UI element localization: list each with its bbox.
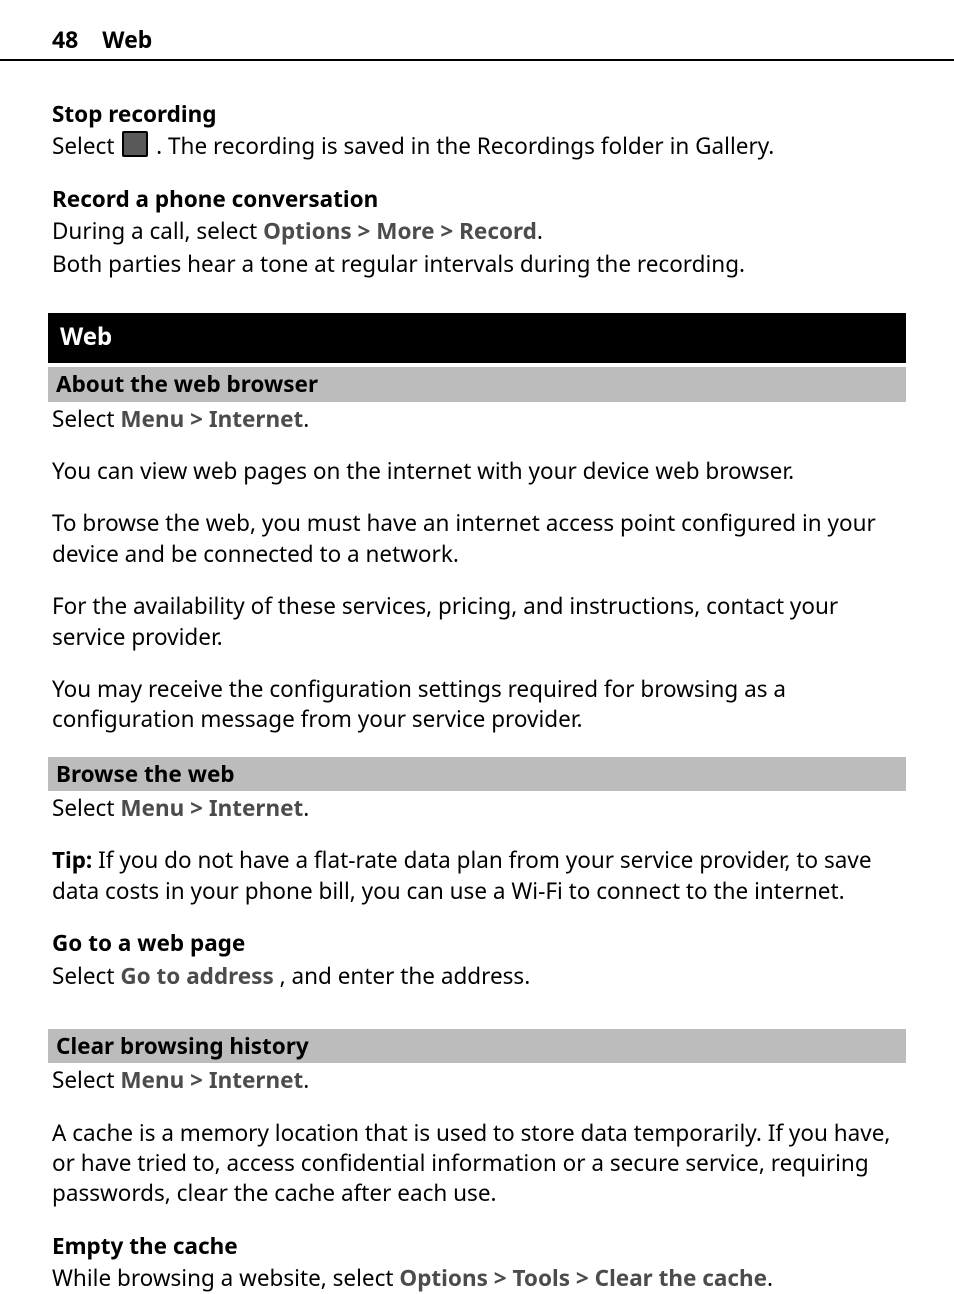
para-about-4: You may receive the configuration settin… (52, 674, 902, 735)
para-about-1: You can view web pages on the internet w… (52, 456, 902, 486)
text: . The recording is saved in the Recordin… (156, 130, 774, 161)
text: , and enter the address. (280, 960, 531, 991)
text: . (303, 792, 309, 823)
tip-body: If you do not have a flat-rate data plan… (52, 844, 872, 905)
para-browse-nav: Select Menu > Internet. (52, 793, 902, 823)
subchapter-bar-about-browser: About the web browser (48, 367, 906, 401)
menu-path-item: Tools (512, 1262, 570, 1293)
chevron-right-icon: > (190, 1064, 203, 1095)
menu-path-item: Menu (120, 792, 184, 823)
para-browse-tip: Tip: If you do not have a flat-rate data… (52, 845, 902, 906)
chevron-right-icon: > (494, 1262, 507, 1293)
menu-path-item: Menu (120, 403, 184, 434)
chevron-right-icon: > (358, 215, 371, 246)
chevron-right-icon: > (576, 1262, 589, 1293)
subchapter-bar-clear-history: Clear browsing history (48, 1029, 906, 1063)
menu-path-item: Options (263, 215, 352, 246)
text: Select (52, 960, 120, 991)
tip-label: Tip: (52, 844, 92, 875)
subchapter-bar-browse-web: Browse the web (48, 757, 906, 791)
text: . (303, 403, 309, 434)
chevron-right-icon: > (440, 215, 453, 246)
running-header: 48 Web (0, 0, 954, 61)
para-go-to-page: Select Go to address , and enter the add… (52, 961, 902, 991)
text: During a call, select (52, 215, 263, 246)
menu-path-item: More (376, 215, 434, 246)
para-about-2: To browse the web, you must have an inte… (52, 508, 902, 569)
para-about-3: For the availability of these services, … (52, 591, 902, 652)
menu-path-item: Internet (209, 792, 303, 823)
menu-path-item: Record (459, 215, 537, 246)
para-about-nav: Select Menu > Internet. (52, 404, 902, 434)
chapter-bar-web: Web (48, 313, 906, 363)
running-title: Web (102, 23, 152, 55)
menu-path-item: Internet (209, 1064, 303, 1095)
para-record-conv-note: Both parties hear a tone at regular inte… (52, 249, 902, 279)
menu-path-item: Menu (120, 1064, 184, 1095)
para-clear-body: A cache is a memory location that is use… (52, 1118, 902, 1209)
text: Select (52, 403, 120, 434)
heading-go-to-page: Go to a web page (52, 928, 902, 958)
text: Select (52, 792, 120, 823)
page-number: 48 (52, 23, 78, 55)
chevron-right-icon: > (190, 792, 203, 823)
text: Select (52, 130, 120, 161)
menu-path-item: Options (399, 1262, 488, 1293)
text: . (537, 215, 543, 246)
manual-page: 48 Web Stop recording Select . The recor… (0, 0, 954, 1294)
chevron-right-icon: > (190, 403, 203, 434)
page-body: Stop recording Select . The recording is… (0, 99, 954, 1294)
para-record-conv-nav: During a call, select Options > More > R… (52, 216, 902, 246)
text: . (767, 1262, 773, 1293)
heading-stop-recording: Stop recording (52, 99, 902, 129)
text: . (303, 1064, 309, 1095)
heading-record-conversation: Record a phone conversation (52, 184, 902, 214)
text: Select (52, 1064, 120, 1095)
heading-empty-cache: Empty the cache (52, 1231, 902, 1261)
para-clear-nav: Select Menu > Internet. (52, 1065, 902, 1095)
menu-path-item: Clear the cache (595, 1262, 767, 1293)
text: While browsing a website, select (52, 1262, 399, 1293)
menu-path-item: Go to address (120, 960, 273, 991)
menu-path-item: Internet (209, 403, 303, 434)
stop-icon (122, 131, 148, 157)
para-empty-cache: While browsing a website, select Options… (52, 1263, 902, 1293)
para-stop-recording: Select . The recording is saved in the R… (52, 131, 902, 161)
